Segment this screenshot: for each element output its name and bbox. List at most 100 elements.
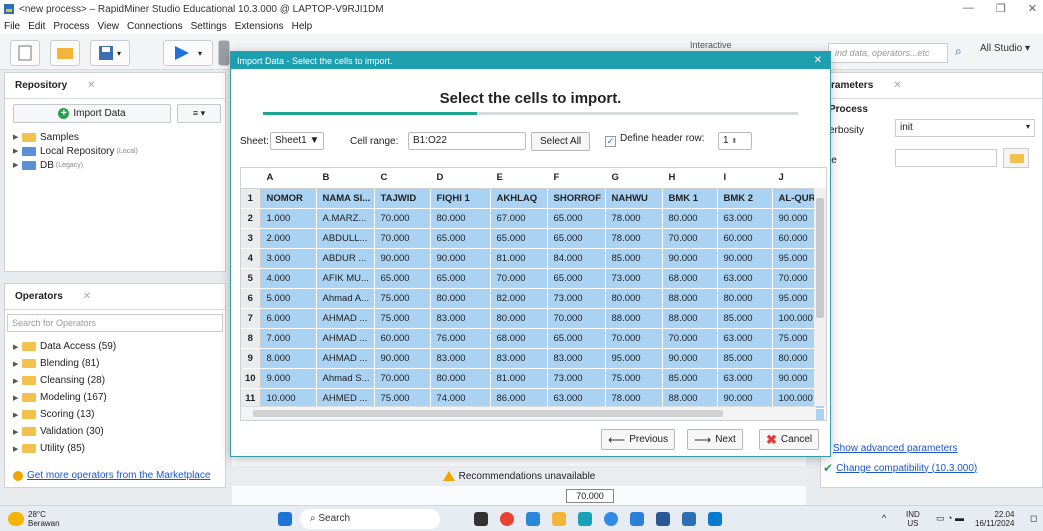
table-cell[interactable]: 75.000 [374,288,431,309]
table-cell[interactable]: 70.000 [374,208,431,229]
menu-edit[interactable]: Edit [28,21,45,32]
operator-search-input[interactable]: Search for Operators [7,314,223,332]
table-cell[interactable]: 7.000 [260,328,317,349]
expand-icon[interactable]: ▶ [13,394,22,402]
table-cell[interactable]: 70.000 [374,368,431,389]
table-cell[interactable]: NAMA SI... [316,188,375,209]
tree-item-db[interactable]: ▶ DB (Legacy) [5,158,225,172]
table-cell[interactable]: 63.000 [717,328,773,349]
table-cell[interactable]: 75.000 [374,308,431,329]
table-cell[interactable]: 75.000 [374,388,431,409]
import-data-button[interactable]: + Import Data [13,104,171,123]
repository-menu-button[interactable]: ≡ ▾ [177,104,221,123]
table-cell[interactable]: 63.000 [547,388,606,409]
operator-category[interactable]: ▶ Validation (30) [5,423,225,440]
expand-icon[interactable]: ▶ [13,428,22,436]
stop-button[interactable] [218,40,230,66]
close-icon[interactable]: ✕ [814,55,822,66]
table-cell[interactable]: 80.000 [490,308,548,329]
table-cell[interactable]: 65.000 [490,228,548,249]
close-icon[interactable]: ✕ [83,291,91,302]
operator-category[interactable]: ▶ Utility (85) [5,440,225,457]
table-cell[interactable]: 6.000 [260,308,317,329]
vertical-scrollbar[interactable] [814,188,826,406]
table-cell[interactable]: 9.000 [260,368,317,389]
show-advanced-link[interactable]: Show advanced parameters [833,443,958,454]
table-cell[interactable]: 85.000 [605,248,663,269]
table-cell[interactable]: Ahmad S... [316,368,375,389]
minimize-icon[interactable]: — [963,2,974,15]
table-cell[interactable]: 88.000 [605,308,663,329]
table-cell[interactable]: ABDUR ... [316,248,375,269]
table-cell[interactable]: 81.000 [490,248,548,269]
table-cell[interactable]: 82.000 [490,288,548,309]
table-cell[interactable]: 83.000 [430,308,491,329]
expand-icon[interactable]: ▶ [13,133,22,141]
scroll-thumb[interactable] [253,410,723,417]
global-search-input[interactable]: ind data, operators...etc [828,43,948,63]
table-cell[interactable]: 65.000 [547,268,606,289]
language-indicator[interactable]: IND US [906,510,920,528]
table-cell[interactable]: 88.000 [662,308,718,329]
studio-filter-select[interactable]: All Studio ▾ [980,43,1030,54]
expand-icon[interactable]: ▶ [13,161,22,169]
table-cell[interactable]: 84.000 [547,248,606,269]
media-player-icon[interactable] [604,512,618,526]
operator-category[interactable]: ▶ Cleansing (28) [5,372,225,389]
operator-category[interactable]: ▶ Blending (81) [5,355,225,372]
table-cell[interactable]: 68.000 [662,268,718,289]
table-cell[interactable]: 70.000 [605,328,663,349]
table-cell[interactable]: AHMAD ... [316,328,375,349]
table-cell[interactable]: TAJWID [374,188,431,209]
table-cell[interactable]: AFIK MU... [316,268,375,289]
table-cell[interactable]: 76.000 [430,328,491,349]
define-header-checkbox[interactable]: ✓ Define header row: [605,133,705,147]
table-cell[interactable]: AHMAD ... [316,348,375,369]
table-cell[interactable]: 70.000 [490,268,548,289]
table-row[interactable]: 11 10.000 AHMED ... 75.000 74.000 86.000 63.00… [241,388,825,409]
table-cell[interactable]: 85.000 [662,368,718,389]
chrome-icon[interactable] [500,512,514,526]
table-cell[interactable]: 4.000 [260,268,317,289]
expand-icon[interactable]: ▶ [13,343,22,351]
table-cell[interactable]: 80.000 [430,368,491,389]
table-cell[interactable]: BMK 1 [662,188,718,209]
table-cell[interactable]: 90.000 [717,248,773,269]
table-cell[interactable]: 88.000 [662,388,718,409]
table-cell[interactable]: 65.000 [430,268,491,289]
table-cell[interactable]: 83.000 [430,348,491,369]
app-icon[interactable] [578,512,592,526]
table-cell[interactable]: 2.000 [260,228,317,249]
table-cell[interactable]: 10.000 [260,388,317,409]
table-cell[interactable]: 70.000 [374,228,431,249]
table-row[interactable]: 7 6.000 AHMAD ... 75.000 83.000 80.000 70.000 8… [241,308,825,329]
clock[interactable]: 22.04 16/11/2024 [975,510,1014,528]
table-cell[interactable]: 63.000 [717,268,773,289]
cell-grid[interactable]: ABCDEFGHIJ 1 NOMOR NAMA SI... TAJWID FIQHI 1… [240,167,827,421]
expand-icon[interactable]: ▶ [13,445,22,453]
windows-start-icon[interactable] [278,512,292,526]
spinner-icon[interactable]: ⬍ [731,138,737,145]
rapidminer-taskbar-icon[interactable] [682,512,696,526]
cancel-button[interactable]: ✖ Cancel [759,429,820,450]
table-cell[interactable]: 8.000 [260,348,317,369]
table-cell[interactable]: AKHLAQ [490,188,548,209]
marketplace-link[interactable]: Get more operators from the Marketplace [27,470,210,481]
table-cell[interactable]: 5.000 [260,288,317,309]
table-cell[interactable]: AHMAD ... [316,308,375,329]
table-cell[interactable]: 88.000 [662,288,718,309]
table-cell[interactable]: 73.000 [547,288,606,309]
next-button[interactable]: ⟶ Next [687,429,743,450]
table-cell[interactable]: 81.000 [490,368,548,389]
horizontal-scrollbar[interactable] [241,406,816,420]
logfile-input[interactable] [895,149,997,167]
parameters-tab[interactable]: rameters ✕ [821,73,1042,99]
table-cell[interactable]: 63.000 [717,368,773,389]
table-cell[interactable]: 85.000 [717,348,773,369]
table-cell[interactable]: 90.000 [374,248,431,269]
expand-icon[interactable]: ▶ [13,411,22,419]
table-cell[interactable]: 60.000 [717,228,773,249]
table-cell[interactable]: FIQHI 1 [430,188,491,209]
table-cell[interactable]: 65.000 [547,208,606,229]
cell-range-input[interactable]: B1:O22 [408,132,526,150]
